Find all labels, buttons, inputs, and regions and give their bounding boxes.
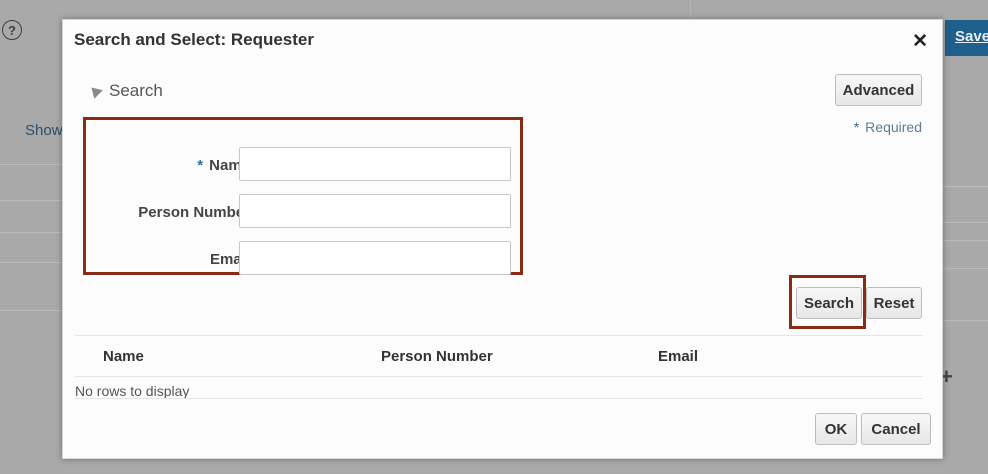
- cancel-button[interactable]: Cancel: [861, 413, 931, 445]
- search-section-toggle[interactable]: Search: [87, 81, 163, 101]
- advanced-button[interactable]: Advanced: [835, 74, 922, 106]
- table-bottom-divider: [75, 398, 923, 399]
- ok-button[interactable]: OK: [815, 413, 857, 445]
- help-icon[interactable]: ?: [2, 20, 22, 40]
- empty-table-message: No rows to display: [75, 383, 190, 399]
- required-star: *: [197, 157, 204, 174]
- reset-button[interactable]: Reset: [866, 287, 922, 319]
- column-header-name[interactable]: Name: [103, 348, 144, 365]
- email-field-row: Email: [86, 241, 520, 277]
- search-section-label: Search: [109, 81, 163, 100]
- person-number-label: Person Number: [138, 204, 250, 221]
- search-button[interactable]: Search: [796, 287, 862, 319]
- dialog-title: Search and Select: Requester: [74, 30, 314, 49]
- person-number-field-row: Person Number: [86, 194, 520, 230]
- show-link[interactable]: Show: [25, 122, 63, 139]
- person-number-input[interactable]: [239, 194, 511, 228]
- email-input[interactable]: [239, 241, 511, 275]
- table-header: Name Person Number Email: [75, 335, 923, 377]
- reset-button-label: Reset: [873, 294, 915, 312]
- name-field-row: * Name: [86, 147, 520, 183]
- required-note-text: Required: [865, 119, 922, 135]
- required-note: * Required: [854, 119, 922, 135]
- collapse-triangle-icon: [87, 83, 103, 99]
- search-select-dialog: Search and Select: Requester ✕ Search Ad…: [62, 19, 943, 459]
- search-form: * Name Person Number Email: [83, 117, 523, 275]
- cancel-button-label: Cancel: [871, 420, 921, 438]
- ok-button-label: OK: [824, 420, 848, 438]
- name-input[interactable]: [239, 147, 511, 181]
- required-star: *: [853, 119, 860, 135]
- close-icon[interactable]: ✕: [912, 30, 928, 53]
- advanced-button-label: Advanced: [842, 81, 915, 99]
- column-header-email[interactable]: Email: [658, 348, 698, 365]
- save-button[interactable]: Save: [945, 20, 988, 56]
- column-header-person-number[interactable]: Person Number: [381, 348, 493, 365]
- search-button-label: Search: [803, 294, 855, 312]
